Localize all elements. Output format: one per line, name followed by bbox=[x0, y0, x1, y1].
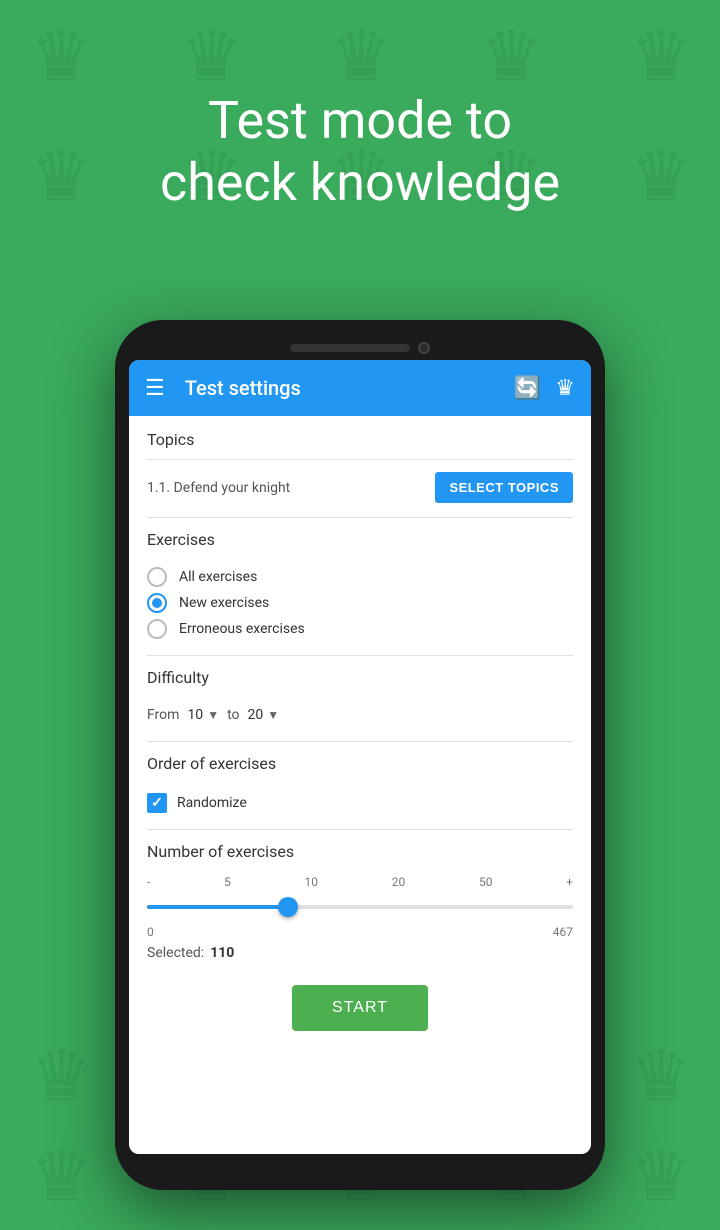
order-section: Order of exercises ✓ Randomize bbox=[129, 742, 591, 829]
app-bar: ☰ Test settings 🔄 ♛ bbox=[129, 360, 591, 416]
from-label: From bbox=[147, 707, 179, 723]
app-bar-title: Test settings bbox=[185, 376, 514, 400]
hamburger-icon[interactable]: ☰ bbox=[145, 376, 165, 401]
slider-container[interactable] bbox=[147, 895, 573, 919]
erroneous-exercises-option[interactable]: Erroneous exercises bbox=[147, 619, 573, 639]
tick-minus: - bbox=[147, 875, 150, 889]
phone-device: ☰ Test settings 🔄 ♛ Topics 1.1. Defend y… bbox=[115, 320, 605, 1190]
selected-label: Selected: bbox=[147, 945, 204, 961]
from-dropdown-arrow[interactable]: ▼ bbox=[207, 708, 219, 722]
hero-text: Test mode to check knowledge bbox=[0, 90, 720, 215]
slider-tick-labels: - 5 10 20 50 + bbox=[147, 871, 573, 891]
svg-text:♛: ♛ bbox=[30, 1039, 93, 1116]
slider-track bbox=[147, 905, 573, 909]
tick-50: 50 bbox=[479, 875, 493, 889]
to-value: 20 bbox=[248, 707, 264, 723]
start-button[interactable]: START bbox=[292, 985, 428, 1031]
topics-section: Topics bbox=[129, 416, 591, 449]
range-min: 0 bbox=[147, 925, 154, 939]
erroneous-exercises-radio[interactable] bbox=[147, 619, 167, 639]
number-title: Number of exercises bbox=[147, 842, 573, 861]
phone-speaker bbox=[290, 344, 410, 352]
phone-screen: ☰ Test settings 🔄 ♛ Topics 1.1. Defend y… bbox=[129, 360, 591, 1154]
content-area: Topics 1.1. Defend your knight SELECT TO… bbox=[129, 416, 591, 1154]
slider-fill bbox=[147, 905, 296, 909]
svg-text:♛: ♛ bbox=[480, 19, 543, 96]
slider-thumb[interactable] bbox=[278, 897, 298, 917]
app-bar-icons: 🔄 ♛ bbox=[514, 376, 575, 401]
chess-queen-icon[interactable]: ♛ bbox=[555, 376, 575, 401]
difficulty-row: From 10 ▼ to 20 ▼ bbox=[147, 697, 573, 737]
to-dropdown-arrow[interactable]: ▼ bbox=[267, 708, 279, 722]
from-select[interactable]: 10 ▼ bbox=[187, 707, 219, 723]
select-topics-button[interactable]: SELECT TOPICS bbox=[435, 472, 573, 503]
number-section: Number of exercises - 5 10 20 50 + 0 bbox=[129, 830, 591, 973]
from-value: 10 bbox=[187, 707, 203, 723]
randomize-row[interactable]: ✓ Randomize bbox=[147, 783, 573, 825]
checkmark-icon: ✓ bbox=[151, 795, 163, 811]
order-title: Order of exercises bbox=[147, 754, 573, 773]
new-exercises-radio[interactable] bbox=[147, 593, 167, 613]
range-max: 467 bbox=[553, 925, 573, 939]
svg-text:♛: ♛ bbox=[180, 19, 243, 96]
svg-text:♛: ♛ bbox=[630, 1139, 693, 1216]
svg-text:♛: ♛ bbox=[30, 19, 93, 96]
randomize-checkbox[interactable]: ✓ bbox=[147, 793, 167, 813]
difficulty-title: Difficulty bbox=[147, 668, 573, 687]
selected-value: 110 bbox=[210, 945, 234, 961]
to-select[interactable]: 20 ▼ bbox=[248, 707, 280, 723]
topic-row: 1.1. Defend your knight SELECT TOPICS bbox=[129, 460, 591, 517]
topic-value: 1.1. Defend your knight bbox=[147, 480, 290, 496]
exercises-section: Exercises All exercises New exercises Er… bbox=[129, 518, 591, 655]
to-label: to bbox=[227, 707, 239, 723]
tick-10: 10 bbox=[305, 875, 319, 889]
all-exercises-label: All exercises bbox=[179, 569, 257, 585]
hero-line1: Test mode to bbox=[0, 90, 720, 152]
selected-count: Selected: 110 bbox=[147, 941, 573, 973]
erroneous-exercises-label: Erroneous exercises bbox=[179, 621, 305, 637]
svg-text:♛: ♛ bbox=[630, 19, 693, 96]
slider-range-labels: 0 467 bbox=[147, 923, 573, 941]
phone-notch bbox=[290, 342, 430, 354]
svg-text:♛: ♛ bbox=[330, 19, 393, 96]
hero-line2: check knowledge bbox=[0, 152, 720, 214]
new-exercises-option[interactable]: New exercises bbox=[147, 593, 573, 613]
topics-title: Topics bbox=[147, 430, 573, 449]
difficulty-section: Difficulty From 10 ▼ to 20 ▼ bbox=[129, 656, 591, 741]
randomize-label: Randomize bbox=[177, 795, 247, 811]
tick-20: 20 bbox=[392, 875, 406, 889]
phone-camera bbox=[418, 342, 430, 354]
tick-5: 5 bbox=[224, 875, 231, 889]
tick-plus: + bbox=[566, 875, 573, 889]
all-exercises-radio[interactable] bbox=[147, 567, 167, 587]
exercises-title: Exercises bbox=[147, 530, 573, 549]
all-exercises-option[interactable]: All exercises bbox=[147, 567, 573, 587]
svg-text:♛: ♛ bbox=[30, 1139, 93, 1216]
start-section: START bbox=[129, 973, 591, 1051]
svg-text:♛: ♛ bbox=[630, 1039, 693, 1116]
refresh-icon[interactable]: 🔄 bbox=[514, 376, 541, 401]
new-exercises-label: New exercises bbox=[179, 595, 269, 611]
exercises-radio-group: All exercises New exercises Erroneous ex… bbox=[147, 559, 573, 651]
